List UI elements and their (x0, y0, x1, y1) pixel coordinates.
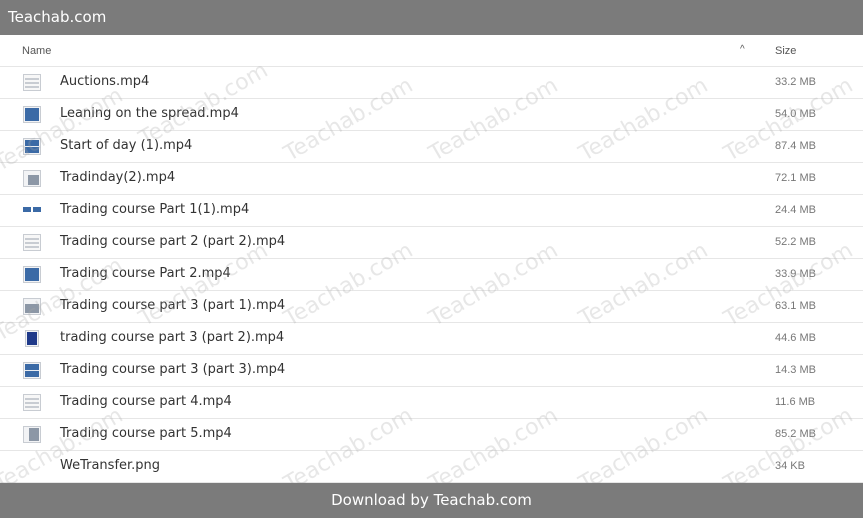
document-thumbnail-icon (23, 74, 41, 91)
video-thumbnail-icon (23, 138, 41, 155)
file-row[interactable]: Tradinday(2).mp4 72.1 MB (0, 163, 863, 195)
file-size: 14.3 MB (775, 364, 816, 376)
file-name[interactable]: Auctions.mp4 (60, 74, 149, 89)
file-size: 72.1 MB (775, 172, 816, 184)
video-thumbnail-icon (23, 266, 41, 283)
file-size: 24.4 MB (775, 204, 816, 216)
video-thumbnail-icon (23, 170, 41, 187)
file-row[interactable]: Trading course Part 2.mp4 33.9 MB (0, 259, 863, 291)
file-name[interactable]: Trading course Part 2.mp4 (60, 266, 231, 281)
video-thumbnail-icon (23, 298, 41, 315)
file-size: 33.9 MB (775, 268, 816, 280)
file-list-header: Name ^ Size (0, 35, 863, 67)
video-thumbnail-icon (23, 362, 41, 379)
file-name[interactable]: Trading course part 2 (part 2).mp4 (60, 234, 285, 249)
video-thumbnail-icon (25, 330, 39, 347)
file-size: 87.4 MB (775, 140, 816, 152)
size-column-header[interactable]: Size (775, 45, 796, 57)
file-row[interactable]: Trading course part 5.mp4 85.2 MB (0, 419, 863, 451)
file-name[interactable]: WeTransfer.png (60, 458, 160, 473)
file-name[interactable]: trading course part 3 (part 2).mp4 (60, 330, 284, 345)
file-size: 11.6 MB (775, 396, 816, 408)
file-size: 52.2 MB (775, 236, 816, 248)
video-thumbnail-icon (23, 426, 41, 443)
file-name[interactable]: Leaning on the spread.mp4 (60, 106, 239, 121)
file-row[interactable]: Auctions.mp4 33.2 MB (0, 67, 863, 99)
file-size: 85.2 MB (775, 428, 816, 440)
file-row[interactable]: Start of day (1).mp4 87.4 MB (0, 131, 863, 163)
file-name[interactable]: Trading course Part 1(1).mp4 (60, 202, 249, 217)
file-row[interactable]: trading course part 3 (part 2).mp4 44.6 … (0, 323, 863, 355)
file-name[interactable]: Trading course part 3 (part 1).mp4 (60, 298, 285, 313)
file-size: 34 KB (775, 460, 805, 472)
file-row[interactable]: Trading course part 3 (part 3).mp4 14.3 … (0, 355, 863, 387)
file-row[interactable]: Leaning on the spread.mp4 54.0 MB (0, 99, 863, 131)
file-size: 63.1 MB (775, 300, 816, 312)
file-row[interactable]: Trading course Part 1(1).mp4 24.4 MB (0, 195, 863, 227)
video-thumbnail-icon (23, 202, 41, 219)
file-name[interactable]: Trading course part 5.mp4 (60, 426, 232, 441)
file-row[interactable]: Trading course part 4.mp4 11.6 MB (0, 387, 863, 419)
window-title: Teachab.com (0, 0, 863, 35)
file-row[interactable]: Trading course part 3 (part 1).mp4 63.1 … (0, 291, 863, 323)
document-thumbnail-icon (23, 234, 41, 251)
file-list: Name ^ Size Auctions.mp4 33.2 MB Leaning… (0, 35, 863, 483)
file-row[interactable]: Trading course part 2 (part 2).mp4 52.2 … (0, 227, 863, 259)
file-name[interactable]: Tradinday(2).mp4 (60, 170, 175, 185)
name-column-header[interactable]: Name (22, 45, 51, 57)
file-row[interactable]: WeTransfer.png 34 KB (0, 451, 863, 483)
document-thumbnail-icon (23, 394, 41, 411)
video-thumbnail-icon (23, 106, 41, 123)
file-name[interactable]: Start of day (1).mp4 (60, 138, 192, 153)
sort-ascending-icon[interactable]: ^ (740, 44, 745, 55)
file-size: 33.2 MB (775, 76, 816, 88)
file-name[interactable]: Trading course part 3 (part 3).mp4 (60, 362, 285, 377)
file-size: 54.0 MB (775, 108, 816, 120)
file-size: 44.6 MB (775, 332, 816, 344)
download-button[interactable]: Download by Teachab.com (0, 483, 863, 518)
file-name[interactable]: Trading course part 4.mp4 (60, 394, 232, 409)
